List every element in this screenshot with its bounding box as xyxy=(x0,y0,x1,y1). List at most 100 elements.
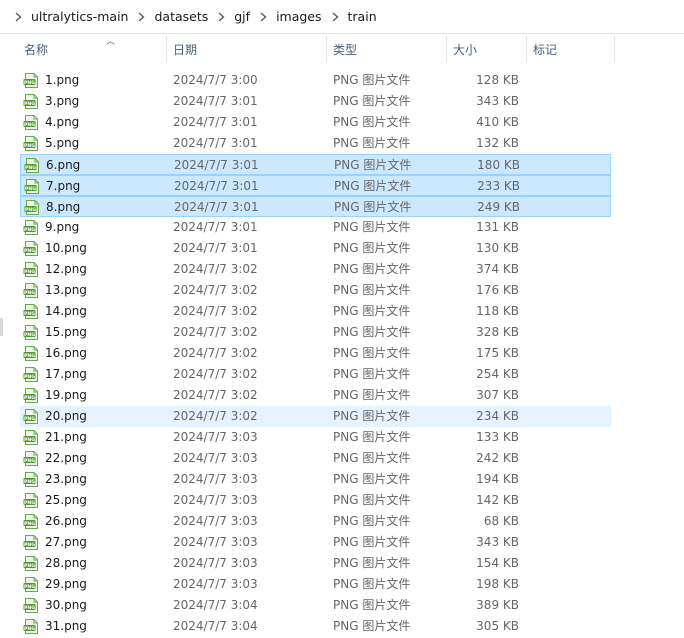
png-file-icon: PNG xyxy=(23,366,40,383)
file-type: PNG 图片文件 xyxy=(333,262,411,276)
column-header-label: 名称 xyxy=(24,43,49,57)
column-header-label: 标记 xyxy=(533,43,558,57)
file-name: 25.png xyxy=(45,493,87,507)
breadcrumb-item[interactable]: gjf xyxy=(209,7,251,26)
column-divider[interactable] xyxy=(614,36,615,63)
file-type: PNG 图片文件 xyxy=(334,179,412,193)
file-name: 20.png xyxy=(45,409,87,423)
file-date: 2024/7/7 3:03 xyxy=(173,535,258,549)
file-type: PNG 图片文件 xyxy=(333,115,411,129)
breadcrumb-item[interactable]: ultralytics-main xyxy=(6,7,129,26)
file-date: 2024/7/7 3:01 xyxy=(173,241,258,255)
table-row[interactable]: PNG 8.png 2024/7/7 3:01 PNG 图片文件 249 KB xyxy=(20,196,611,217)
table-row[interactable]: PNG 26.png 2024/7/7 3:03 PNG 图片文件 68 KB xyxy=(20,511,611,532)
table-row[interactable]: PNG 22.png 2024/7/7 3:03 PNG 图片文件 242 KB xyxy=(20,448,611,469)
chevron-right-icon[interactable] xyxy=(218,12,225,22)
file-name: 9.png xyxy=(45,220,80,234)
file-date: 2024/7/7 3:03 xyxy=(173,451,258,465)
table-row[interactable]: PNG 14.png 2024/7/7 3:02 PNG 图片文件 118 KB xyxy=(20,301,611,322)
column-header-label: 日期 xyxy=(173,43,198,57)
breadcrumb-label[interactable]: images xyxy=(275,7,322,26)
table-row[interactable]: PNG 5.png 2024/7/7 3:01 PNG 图片文件 132 KB xyxy=(20,133,611,154)
table-row[interactable]: PNG 10.png 2024/7/7 3:01 PNG 图片文件 130 KB xyxy=(20,238,611,259)
table-row[interactable]: PNG 28.png 2024/7/7 3:03 PNG 图片文件 154 KB xyxy=(20,553,611,574)
file-name: 13.png xyxy=(45,283,87,297)
file-type: PNG 图片文件 xyxy=(333,598,411,612)
table-row[interactable]: PNG 17.png 2024/7/7 3:02 PNG 图片文件 254 KB xyxy=(20,364,611,385)
file-name: 6.png xyxy=(46,158,81,172)
table-row[interactable]: PNG 3.png 2024/7/7 3:01 PNG 图片文件 343 KB xyxy=(20,91,611,112)
breadcrumb-label[interactable]: train xyxy=(347,7,378,26)
table-row[interactable]: PNG 7.png 2024/7/7 3:01 PNG 图片文件 233 KB xyxy=(20,175,611,196)
svg-text:PNG: PNG xyxy=(24,521,35,527)
png-file-icon: PNG xyxy=(23,450,40,467)
table-row[interactable]: PNG 27.png 2024/7/7 3:03 PNG 图片文件 343 KB xyxy=(20,532,611,553)
table-row[interactable]: PNG 4.png 2024/7/7 3:01 PNG 图片文件 410 KB xyxy=(20,112,611,133)
chevron-right-icon[interactable] xyxy=(138,12,145,22)
table-row[interactable]: PNG 15.png 2024/7/7 3:02 PNG 图片文件 328 KB xyxy=(20,322,611,343)
file-type: PNG 图片文件 xyxy=(334,158,412,172)
table-row[interactable]: PNG 6.png 2024/7/7 3:01 PNG 图片文件 180 KB xyxy=(20,154,611,175)
breadcrumb-label[interactable]: gjf xyxy=(233,7,251,26)
file-name: 4.png xyxy=(45,115,80,129)
file-size: 118 KB xyxy=(476,304,519,318)
png-file-icon: PNG xyxy=(23,345,40,362)
svg-text:PNG: PNG xyxy=(24,332,35,338)
breadcrumb-item[interactable]: images xyxy=(251,7,322,26)
table-row[interactable]: PNG 23.png 2024/7/7 3:03 PNG 图片文件 194 KB xyxy=(20,469,611,490)
file-name: 15.png xyxy=(45,325,87,339)
svg-text:PNG: PNG xyxy=(25,165,36,171)
file-type: PNG 图片文件 xyxy=(333,535,411,549)
file-size: 194 KB xyxy=(476,472,519,486)
column-header-tag[interactable]: 标记 xyxy=(527,36,615,63)
file-date: 2024/7/7 3:03 xyxy=(173,514,258,528)
png-file-icon: PNG xyxy=(23,93,40,110)
breadcrumb-label[interactable]: ultralytics-main xyxy=(30,7,129,26)
file-size: 175 KB xyxy=(476,346,519,360)
column-header-type[interactable]: 类型 xyxy=(327,36,447,63)
table-row[interactable]: PNG 16.png 2024/7/7 3:02 PNG 图片文件 175 KB xyxy=(20,343,611,364)
breadcrumb-item[interactable]: datasets xyxy=(129,7,209,26)
svg-text:PNG: PNG xyxy=(24,353,35,359)
table-row[interactable]: PNG 31.png 2024/7/7 3:04 PNG 图片文件 305 KB xyxy=(20,616,611,637)
table-row[interactable]: PNG 12.png 2024/7/7 3:02 PNG 图片文件 374 KB xyxy=(20,259,611,280)
file-size: 130 KB xyxy=(476,241,519,255)
file-size: 307 KB xyxy=(476,388,519,402)
file-type: PNG 图片文件 xyxy=(333,430,411,444)
file-date: 2024/7/7 3:01 xyxy=(174,158,259,172)
table-row[interactable]: PNG 9.png 2024/7/7 3:01 PNG 图片文件 131 KB xyxy=(20,217,611,238)
table-row[interactable]: PNG 13.png 2024/7/7 3:02 PNG 图片文件 176 KB xyxy=(20,280,611,301)
column-header-name[interactable]: ︿ 名称 xyxy=(18,36,167,63)
chevron-right-icon[interactable] xyxy=(15,12,22,22)
sort-ascending-icon: ︿ xyxy=(106,37,116,47)
file-name: 7.png xyxy=(46,179,81,193)
svg-text:PNG: PNG xyxy=(24,227,35,233)
file-name: 19.png xyxy=(45,388,87,402)
table-row[interactable]: PNG 29.png 2024/7/7 3:03 PNG 图片文件 198 KB xyxy=(20,574,611,595)
svg-text:PNG: PNG xyxy=(25,207,36,213)
png-file-icon: PNG xyxy=(24,178,41,195)
svg-text:PNG: PNG xyxy=(24,542,35,548)
svg-text:PNG: PNG xyxy=(24,80,35,86)
table-row[interactable]: PNG 25.png 2024/7/7 3:03 PNG 图片文件 142 KB xyxy=(20,490,611,511)
table-row[interactable]: PNG 19.png 2024/7/7 3:02 PNG 图片文件 307 KB xyxy=(20,385,611,406)
chevron-right-icon[interactable] xyxy=(260,12,267,22)
png-file-icon: PNG xyxy=(23,492,40,509)
file-type: PNG 图片文件 xyxy=(333,493,411,507)
table-row[interactable]: PNG 21.png 2024/7/7 3:03 PNG 图片文件 133 KB xyxy=(20,427,611,448)
column-header-size[interactable]: 大小 xyxy=(447,36,527,63)
breadcrumb-label[interactable]: datasets xyxy=(153,7,209,26)
png-file-icon: PNG xyxy=(24,199,41,216)
file-name: 14.png xyxy=(45,304,87,318)
file-name: 22.png xyxy=(45,451,87,465)
table-row[interactable]: PNG 1.png 2024/7/7 3:00 PNG 图片文件 128 KB xyxy=(20,70,611,91)
table-row[interactable]: PNG 20.png 2024/7/7 3:02 PNG 图片文件 234 KB xyxy=(20,406,611,427)
file-size: 176 KB xyxy=(476,283,519,297)
svg-text:PNG: PNG xyxy=(24,122,35,128)
png-file-icon: PNG xyxy=(23,618,40,635)
file-size: 254 KB xyxy=(476,367,519,381)
column-header-date[interactable]: 日期 xyxy=(167,36,327,63)
chevron-right-icon[interactable] xyxy=(332,12,339,22)
table-row[interactable]: PNG 30.png 2024/7/7 3:04 PNG 图片文件 389 KB xyxy=(20,595,611,616)
breadcrumb-item[interactable]: train xyxy=(323,7,378,26)
